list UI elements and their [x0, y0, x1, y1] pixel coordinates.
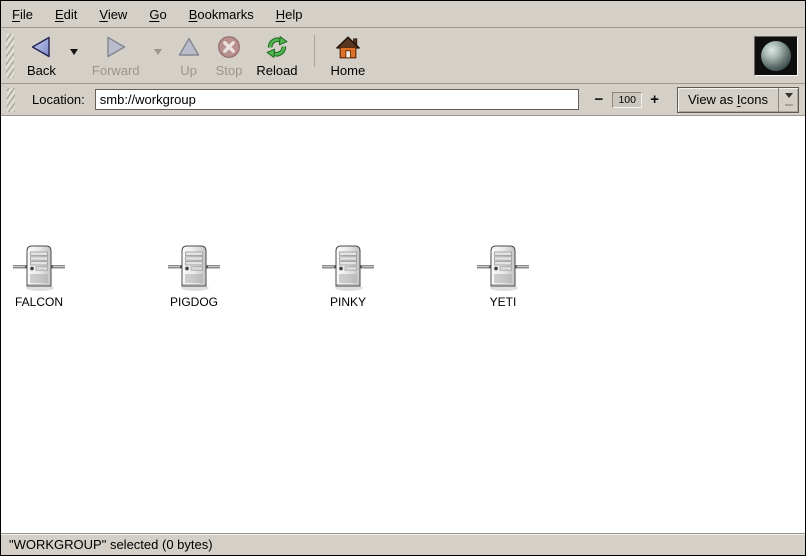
zoom-out-button[interactable]: − — [591, 91, 606, 108]
menu-item-bookmarks[interactable]: Bookmarks — [178, 1, 265, 27]
toolbar: Back Forward Up Stop — [1, 28, 805, 84]
menu-item-view[interactable]: View — [88, 1, 138, 27]
network-server-icon — [168, 243, 220, 293]
server-item-pinky[interactable]: PINKY — [322, 243, 374, 309]
toolbar-separator — [314, 35, 315, 67]
menubar: File Edit View Go Bookmarks Help — [1, 1, 805, 28]
toolbar-drag-handle[interactable] — [6, 34, 14, 78]
back-icon — [28, 34, 54, 61]
server-item-yeti[interactable]: YETI — [477, 243, 529, 309]
chevron-down-icon — [154, 49, 162, 59]
server-label: PIGDOG — [170, 295, 218, 309]
server-label: FALCON — [15, 295, 63, 309]
up-icon — [176, 34, 202, 61]
stop-icon — [216, 34, 242, 61]
menu-item-edit[interactable]: Edit — [44, 1, 88, 27]
location-bar: Location: − 100 + View as Icons — [1, 84, 805, 116]
location-input[interactable] — [95, 89, 580, 110]
locationbar-drag-handle[interactable] — [7, 88, 15, 112]
throbber-icon — [754, 36, 798, 76]
stop-button: Stop — [209, 31, 250, 81]
back-history-dropdown[interactable] — [63, 31, 85, 81]
zoom-in-button[interactable]: + — [647, 91, 662, 108]
menu-item-file[interactable]: File — [1, 1, 44, 27]
reload-button[interactable]: Reload — [249, 31, 304, 81]
network-server-icon — [13, 243, 65, 293]
icon-view: FALCON PIGDOG PINKY YETI — [1, 116, 805, 534]
server-item-pigdog[interactable]: PIGDOG — [168, 243, 220, 309]
forward-button: Forward — [85, 31, 147, 81]
server-label: PINKY — [330, 295, 366, 309]
status-text: "WORKGROUP" selected (0 bytes) — [9, 537, 213, 552]
chevron-down-icon — [70, 49, 78, 59]
file-manager-window: File Edit View Go Bookmarks Help Back Fo… — [0, 0, 806, 556]
location-label: Location: — [32, 92, 85, 107]
home-icon — [335, 34, 361, 61]
reload-icon — [264, 34, 290, 61]
home-button[interactable]: Home — [324, 31, 373, 81]
network-server-icon — [477, 243, 529, 293]
server-item-falcon[interactable]: FALCON — [13, 243, 65, 309]
view-as-label: View as Icons — [678, 88, 778, 112]
zoom-level-indicator[interactable]: 100 — [612, 92, 642, 108]
server-label: YETI — [490, 295, 517, 309]
menu-item-go[interactable]: Go — [138, 1, 177, 27]
view-as-dropdown[interactable]: View as Icons — [677, 87, 799, 113]
up-button: Up — [169, 31, 209, 81]
status-bar: "WORKGROUP" selected (0 bytes) — [1, 534, 805, 555]
forward-icon — [103, 34, 129, 61]
back-button[interactable]: Back — [20, 31, 63, 81]
network-server-icon — [322, 243, 374, 293]
throbber-sphere-icon — [761, 41, 791, 71]
menu-item-help[interactable]: Help — [265, 1, 314, 27]
forward-history-dropdown — [147, 31, 169, 81]
dropdown-arrow-icon — [778, 88, 798, 112]
